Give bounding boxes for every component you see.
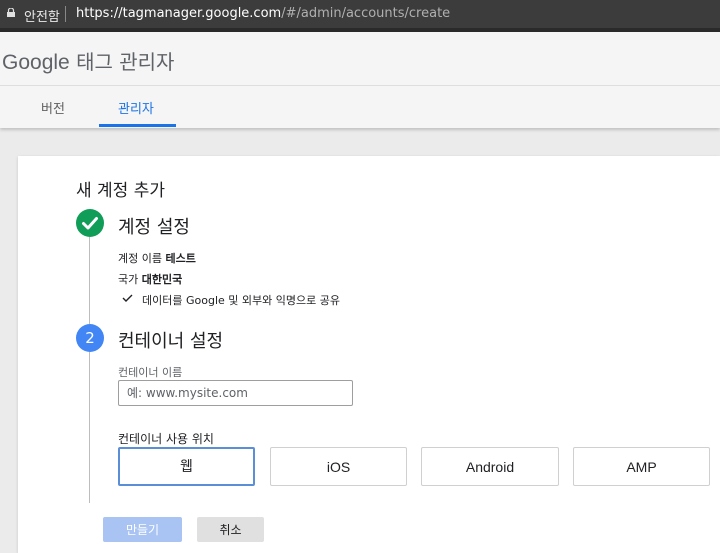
account-name-row: 계정 이름 테스트 — [118, 250, 196, 266]
tab-admin[interactable]: 관리자 — [118, 98, 154, 117]
tab-versions[interactable]: 버전 — [41, 98, 65, 117]
account-name-label: 계정 이름 — [118, 252, 162, 265]
product-name: 태그 관리자 — [76, 50, 175, 74]
share-check-icon — [122, 294, 133, 302]
create-button[interactable]: 만들기 — [103, 517, 182, 542]
country-row: 국가 대한민국 — [118, 271, 182, 287]
brand-name: Google — [2, 51, 70, 74]
app-header: Google 태그 관리자 — [0, 32, 720, 86]
security-label: 안전함 — [24, 10, 60, 25]
url-main: https://tagmanager.google.com — [76, 6, 282, 21]
share-data-text: 데이터를 Google 및 외부와 익명으로 공유 — [142, 294, 340, 307]
address-bar[interactable]: 안전함 https://tagmanager.google.com/#/admi… — [0, 0, 720, 28]
active-tab-indicator — [99, 124, 176, 127]
lock-icon — [7, 8, 15, 17]
step-connector-line — [89, 237, 90, 324]
url-text[interactable]: https://tagmanager.google.com/#/admin/ac… — [76, 6, 450, 21]
country-value: 대한민국 — [141, 273, 183, 286]
platform-android-option[interactable]: Android — [421, 447, 559, 486]
platform-amp-option[interactable]: AMP — [573, 447, 710, 486]
nav-tabs: 버전 관리자 — [0, 86, 720, 128]
step-connector-line-2 — [89, 352, 90, 503]
container-name-label: 컨테이너 이름 — [118, 366, 183, 379]
cancel-button[interactable]: 취소 — [197, 517, 264, 542]
step1-heading[interactable]: 계정 설정 — [118, 213, 190, 239]
container-usage-label: 컨테이너 사용 위치 — [118, 432, 214, 446]
step2-number-badge: 2 — [76, 324, 104, 352]
step2-heading: 컨테이너 설정 — [118, 331, 224, 352]
account-name-value: 테스트 — [165, 252, 196, 265]
platform-web-option[interactable]: 웹 — [118, 447, 255, 486]
checkmark-icon — [82, 217, 98, 230]
address-separator — [65, 6, 66, 22]
country-label: 국가 — [118, 273, 139, 286]
platform-ios-option[interactable]: iOS — [270, 447, 407, 486]
url-path: /#/admin/accounts/create — [281, 6, 451, 21]
app-logo[interactable]: Google 태그 관리자 — [2, 46, 174, 75]
step1-complete-badge — [76, 209, 104, 237]
page-title: 새 계정 추가 — [76, 181, 166, 201]
container-name-input[interactable] — [118, 380, 353, 406]
